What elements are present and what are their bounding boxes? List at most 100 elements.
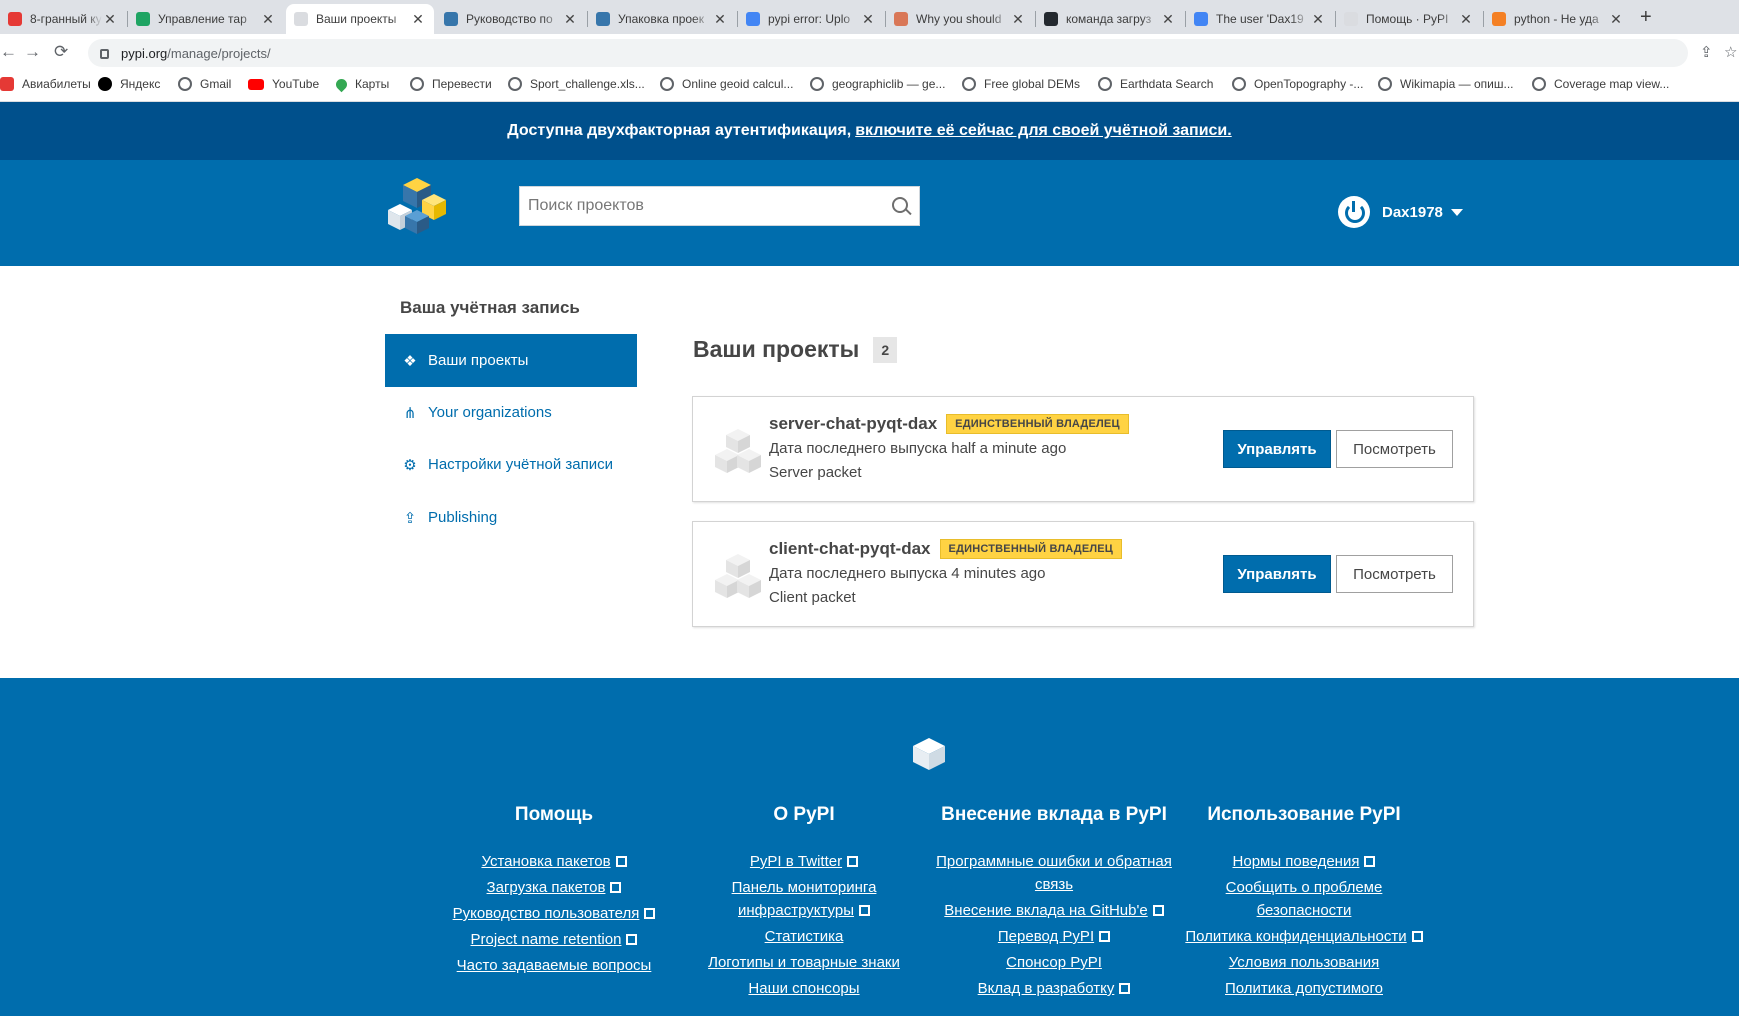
- search-icon[interactable]: [883, 187, 919, 225]
- sidebar-item[interactable]: ⚙ Настройки учётной записи: [385, 438, 637, 491]
- footer-link[interactable]: Загрузка пакетов: [429, 876, 679, 899]
- star-icon[interactable]: ☆: [1724, 43, 1737, 61]
- site-header: Dax1978: [0, 160, 1739, 266]
- share-icon[interactable]: ⇪: [1700, 43, 1713, 61]
- browser-tab[interactable]: Руководство по ✕: [436, 4, 586, 34]
- bookmark-item[interactable]: Перевести: [410, 77, 492, 91]
- browser-tab[interactable]: 8-гранный куби✕: [0, 4, 126, 34]
- bookmark-item[interactable]: Gmail: [178, 77, 231, 91]
- browser-tab[interactable]: Ваши проекты ✕: [286, 4, 434, 34]
- footer-link[interactable]: Нормы поведения: [1179, 850, 1429, 873]
- bookmark-item[interactable]: YouTube: [248, 77, 319, 91]
- caret-down-icon: [1450, 208, 1463, 216]
- footer-link[interactable]: Вклад в разработку: [929, 977, 1179, 1000]
- bookmark-item[interactable]: Free global DEMs: [962, 77, 1080, 91]
- external-link-icon: [1152, 905, 1164, 916]
- footer-link[interactable]: PyPI в Twitter: [679, 850, 929, 873]
- footer-link[interactable]: Наши спонсоры: [679, 977, 929, 1000]
- bookmark-item[interactable]: Coverage map view...: [1532, 77, 1669, 91]
- bookmark-label: geographiclib — ge...: [832, 77, 946, 91]
- browser-tab[interactable]: pypi error: Uplo ✕: [738, 4, 884, 34]
- footer-link[interactable]: Статистика: [679, 925, 929, 948]
- browser-tab[interactable]: python - Не уда ✕: [1484, 4, 1632, 34]
- footer-link[interactable]: Политика допустимого: [1179, 977, 1429, 1000]
- view-button[interactable]: Посмотреть: [1336, 555, 1453, 593]
- footer-link-label: Политика допустимого: [1224, 980, 1383, 997]
- browser-tab[interactable]: команда загруз ✕: [1036, 4, 1184, 34]
- tab-title: Руководство по: [466, 12, 553, 26]
- bookmark-item[interactable]: Online geoid calcul...: [660, 77, 793, 91]
- reload-icon[interactable]: ⟳: [54, 42, 68, 62]
- footer-link[interactable]: Сообщить о проблеме безопасности: [1179, 876, 1429, 922]
- globe-icon: [410, 77, 424, 91]
- tab-close-icon[interactable]: ✕: [1458, 11, 1474, 28]
- footer-link[interactable]: Логотипы и товарные знаки: [679, 951, 929, 974]
- project-search: [519, 186, 920, 226]
- search-input[interactable]: [520, 187, 883, 225]
- tab-favicon-icon: [746, 12, 760, 26]
- footer-link[interactable]: Project name retention: [429, 928, 679, 951]
- project-name[interactable]: server-chat-pyqt-dax: [769, 414, 937, 434]
- external-link-icon: [1119, 983, 1131, 994]
- avatar: [1338, 196, 1370, 228]
- tab-close-icon[interactable]: ✕: [562, 11, 578, 28]
- tab-close-icon[interactable]: ✕: [410, 11, 426, 28]
- project-card: client-chat-pyqt-dax ЕДИНСТВЕННЫЙ ВЛАДЕЛЕ…: [692, 521, 1474, 627]
- tab-close-icon[interactable]: ✕: [860, 11, 876, 28]
- browser-tab[interactable]: Упаковка проек ✕: [588, 4, 736, 34]
- browser-tab[interactable]: Помощь · PyPI ✕: [1336, 4, 1482, 34]
- pypi-logo-icon[interactable]: [384, 174, 450, 234]
- bookmark-item[interactable]: Карты: [333, 76, 389, 92]
- bookmark-item[interactable]: Wikimapia — опиш...: [1378, 77, 1514, 91]
- tab-close-icon[interactable]: ✕: [1160, 11, 1176, 28]
- footer-column: Помощь Установка пакетов Загрузка пакетов Р…: [429, 804, 679, 980]
- view-button[interactable]: Посмотреть: [1336, 430, 1453, 468]
- bookmark-label: Free global DEMs: [984, 77, 1081, 91]
- footer-link[interactable]: Спонсор PyPI: [929, 951, 1179, 974]
- tab-close-icon[interactable]: ✕: [260, 11, 276, 28]
- footer-column-title: Внесение вклада в PyPI: [941, 804, 1167, 825]
- manage-button[interactable]: Управлять: [1223, 555, 1331, 593]
- notice-enable-link[interactable]: включите её сейчас для своей учётной зап…: [855, 122, 1232, 140]
- browser-tab[interactable]: Управление тар ✕: [128, 4, 284, 34]
- external-link-icon: [610, 882, 622, 893]
- footer-link[interactable]: Программные ошибки и обратная связь: [929, 850, 1179, 896]
- bookmark-item[interactable]: geographiclib — ge...: [810, 77, 945, 91]
- tab-close-icon[interactable]: ✕: [102, 11, 118, 28]
- footer-link[interactable]: Условия пользования: [1179, 951, 1429, 974]
- tab-favicon-icon: [8, 12, 22, 26]
- sidebar-item[interactable]: ⇪ Publishing: [385, 491, 637, 544]
- footer-link[interactable]: Руководство пользователя: [429, 902, 679, 925]
- footer-link[interactable]: Политика конфиденциальности: [1179, 925, 1429, 948]
- footer-link[interactable]: Панель мониторинга инфраструктуры: [679, 876, 929, 922]
- forward-arrow-icon[interactable]: →: [24, 42, 41, 62]
- tab-close-icon[interactable]: ✕: [1010, 11, 1026, 28]
- footer-link[interactable]: Часто задаваемые вопросы: [429, 954, 679, 977]
- bookmark-item[interactable]: Яндекс: [98, 77, 160, 91]
- browser-tab[interactable]: Why you should ✕: [886, 4, 1034, 34]
- footer-link-label: Статистика: [764, 928, 844, 945]
- bookmark-item[interactable]: Sport_challenge.xls...: [508, 77, 645, 91]
- browser-tab[interactable]: The user 'Dax19 ✕: [1186, 4, 1334, 34]
- bookmark-item[interactable]: Авиабилеты: [0, 77, 91, 91]
- tab-close-icon[interactable]: ✕: [712, 11, 728, 28]
- new-tab-button[interactable]: +: [1640, 6, 1652, 29]
- globe-icon: [810, 77, 824, 91]
- bookmark-item[interactable]: OpenTopography -...: [1232, 77, 1363, 91]
- sidebar-item[interactable]: ⋔ Your organizations: [385, 386, 637, 439]
- back-arrow-icon[interactable]: ←: [0, 42, 17, 62]
- tab-close-icon[interactable]: ✕: [1608, 11, 1624, 28]
- manage-button[interactable]: Управлять: [1223, 430, 1331, 468]
- globe-icon: [1532, 77, 1546, 91]
- project-name[interactable]: client-chat-pyqt-dax: [769, 539, 931, 559]
- project-description: Server packet: [769, 464, 862, 481]
- footer-link[interactable]: Установка пакетов: [429, 850, 679, 873]
- footer-link[interactable]: Перевод PyPI: [929, 925, 1179, 948]
- bookmark-item[interactable]: Earthdata Search: [1098, 77, 1213, 91]
- footer-link-label: Часто задаваемые вопросы: [456, 957, 652, 974]
- tab-close-icon[interactable]: ✕: [1310, 11, 1326, 28]
- address-bar[interactable]: pypi.org/manage/projects/: [88, 39, 1688, 67]
- sidebar-item[interactable]: ❖ Ваши проекты: [385, 334, 637, 387]
- user-menu[interactable]: Dax1978: [1338, 196, 1463, 228]
- footer-link[interactable]: Внесение вклада на GitHub'е: [929, 899, 1179, 922]
